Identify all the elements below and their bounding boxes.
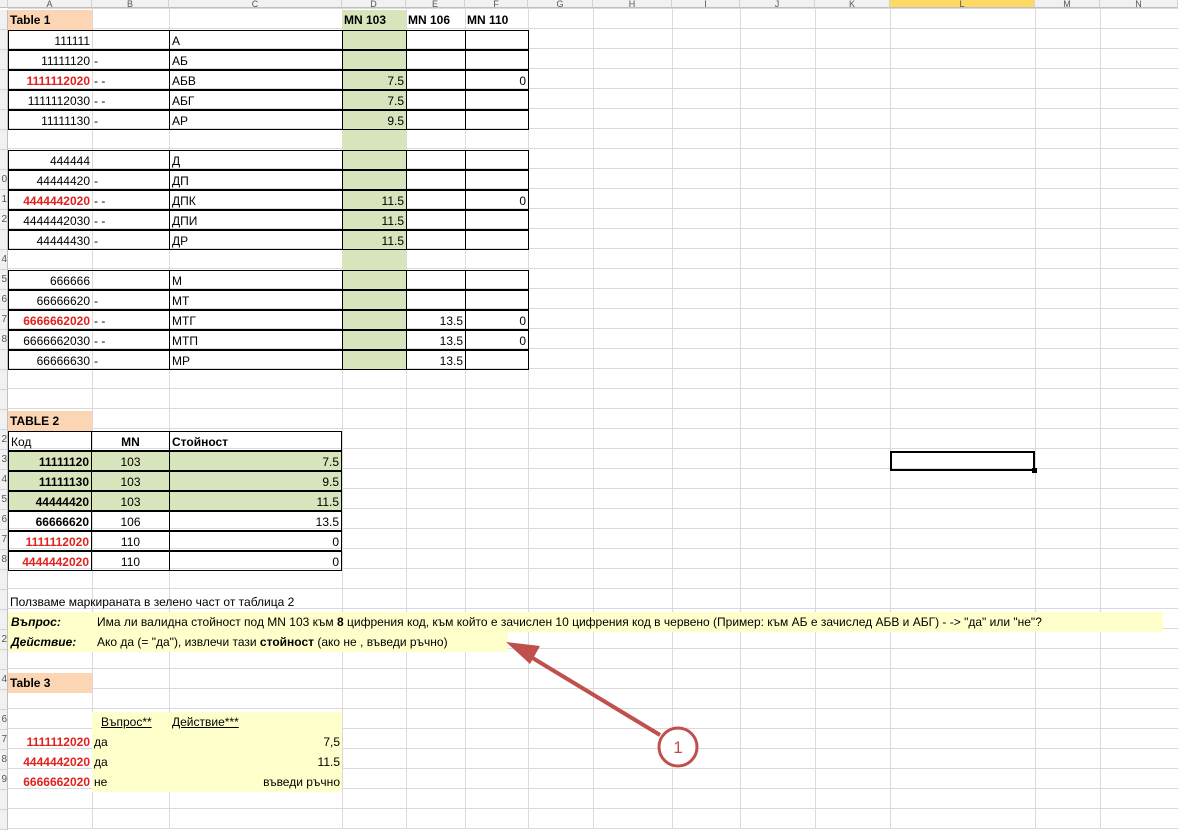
callout-arrow-layer: 1 xyxy=(506,642,699,768)
callout-arrow-line xyxy=(524,652,662,737)
callout-number: 1 xyxy=(673,738,682,757)
